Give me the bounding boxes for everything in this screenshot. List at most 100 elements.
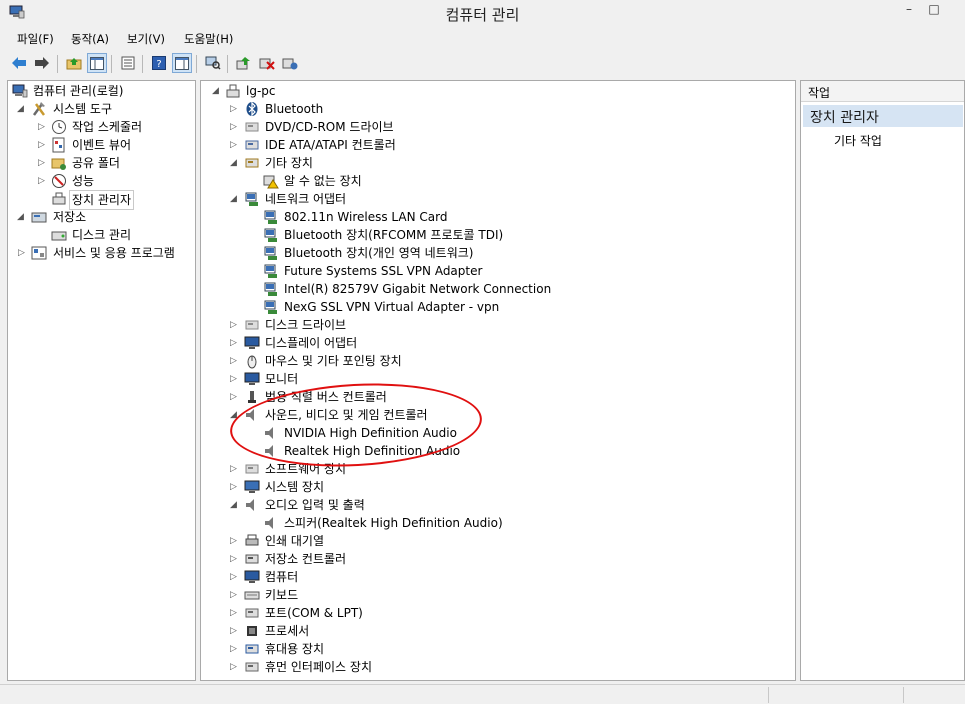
device-tree-root-label: lg-pc [246,84,276,98]
device-category-row[interactable]: ◢ 사운드, 비디오 및 게임 컨트롤러 [201,406,791,424]
device-row[interactable]: NexG SSL VPN Virtual Adapter - vpn [201,298,791,316]
device-category-row[interactable]: ▷ IDE ATA/ATAPI 컨트롤러 [201,136,791,154]
services-applications-icon [31,246,47,260]
collapsed-arrow-icon[interactable]: ▷ [230,550,239,568]
device-category-row[interactable]: ▷ 소프트웨어 장치 [201,460,791,478]
device-row[interactable]: Future Systems SSL VPN Adapter [201,262,791,280]
show-hide-action-pane-button[interactable] [172,53,192,73]
collapsed-arrow-icon[interactable]: ▷ [230,568,239,586]
collapsed-arrow-icon[interactable]: ▷ [38,154,47,172]
expanded-arrow-icon[interactable]: ◢ [230,496,239,514]
device-category-row[interactable]: ◢ 기타 장치 [201,154,791,172]
tree-item-system-tools[interactable]: ◢ 시스템 도구 [8,100,193,118]
collapsed-arrow-icon[interactable]: ▷ [230,604,239,622]
device-row[interactable]: 스피커(Realtek High Definition Audio) [201,514,791,532]
device-category-row[interactable]: ▷ 프로세서 [201,622,791,640]
collapsed-arrow-icon[interactable]: ▷ [230,370,239,388]
enable-device-button[interactable] [280,53,300,73]
up-one-level-button[interactable] [64,53,84,73]
collapsed-arrow-icon[interactable]: ▷ [230,334,239,352]
device-category-row[interactable]: ▷ 인쇄 대기열 [201,532,791,550]
collapsed-arrow-icon[interactable]: ▷ [230,532,239,550]
device-row[interactable]: Realtek High Definition Audio [201,442,791,460]
uninstall-device-button[interactable] [257,53,277,73]
scan-hardware-changes-button[interactable] [203,53,223,73]
device-category-row[interactable]: ▷ 포트(COM & LPT) [201,604,791,622]
expanded-arrow-icon[interactable]: ◢ [212,82,221,100]
expanded-arrow-icon[interactable]: ◢ [17,100,26,118]
device-category-row[interactable]: ▷ 저장소 컨트롤러 [201,550,791,568]
device-row[interactable]: NVIDIA High Definition Audio [201,424,791,442]
expanded-arrow-icon[interactable]: ◢ [230,406,239,424]
collapsed-arrow-icon[interactable]: ▷ [230,460,239,478]
device-row[interactable]: Intel(R) 82579V Gigabit Network Connecti… [201,280,791,298]
device-row[interactable]: 알 수 없는 장치 [201,172,791,190]
menu-view[interactable]: 보기(V) [127,31,165,47]
expanded-arrow-icon[interactable]: ◢ [17,208,26,226]
properties-button[interactable] [118,53,138,73]
device-category-row[interactable]: ▷ 휴대용 장치 [201,640,791,658]
device-category-row[interactable]: ▷ 키보드 [201,586,791,604]
menu-action[interactable]: 동작(A) [71,31,109,47]
collapsed-arrow-icon[interactable]: ▷ [38,118,47,136]
tree-item-device-manager[interactable]: 장치 관리자 [8,190,193,210]
collapsed-arrow-icon[interactable]: ▷ [230,622,239,640]
actions-section-device-manager[interactable]: 장치 관리자 [803,105,963,127]
expanded-arrow-icon[interactable]: ◢ [230,190,239,208]
tree-item-performance[interactable]: ▷ 성능 [8,172,193,190]
menu-help[interactable]: 도움말(H) [184,31,233,47]
collapsed-arrow-icon[interactable]: ▷ [230,388,239,406]
collapsed-arrow-icon[interactable]: ▷ [230,118,239,136]
speaker-icon [265,445,273,457]
tree-item-shared-folders[interactable]: ▷ 공유 폴더 [8,154,193,172]
tree-item-computer-management-local[interactable]: 컴퓨터 관리(로컬) [8,82,193,100]
expanded-arrow-icon[interactable]: ◢ [230,154,239,172]
device-category-row[interactable]: ▷ 디스크 드라이브 [201,316,791,334]
tree-label: 작업 스케줄러 [72,120,143,134]
maximize-button[interactable]: □ [923,2,945,20]
device-label: DVD/CD-ROM 드라이브 [265,120,394,134]
tree-item-storage[interactable]: ◢ 저장소 [8,208,193,226]
collapsed-arrow-icon[interactable]: ▷ [230,658,239,676]
tree-item-event-viewer[interactable]: ▷ 이벤트 뷰어 [8,136,193,154]
device-row[interactable]: 802.11n Wireless LAN Card [201,208,791,226]
more-actions-link[interactable]: 기타 작업 [834,132,882,149]
show-hide-console-tree-button[interactable] [87,53,107,73]
update-driver-button[interactable] [234,53,254,73]
device-category-row[interactable]: ▷ Bluetooth [201,100,791,118]
device-row[interactable]: Bluetooth 장치(RFCOMM 프로토콜 TDI) [201,226,791,244]
device-category-row[interactable]: ◢ 네트워크 어댑터 [201,190,791,208]
device-row[interactable]: Bluetooth 장치(개인 영역 네트워크) [201,244,791,262]
tree-item-task-scheduler[interactable]: ▷ 작업 스케줄러 [8,118,193,136]
device-category-row[interactable]: ▷ 범용 직렬 버스 컨트롤러 [201,388,791,406]
help-button[interactable]: ? [149,53,169,73]
collapsed-arrow-icon[interactable]: ▷ [230,586,239,604]
menu-file[interactable]: 파일(F) [17,31,54,47]
device-category-row[interactable]: ◢ 오디오 입력 및 출력 [201,496,791,514]
collapsed-arrow-icon[interactable]: ▷ [38,172,47,190]
collapsed-arrow-icon[interactable]: ▷ [230,136,239,154]
device-category-row[interactable]: ▷ 시스템 장치 [201,478,791,496]
device-category-row[interactable]: ▷ 휴먼 인터페이스 장치 [201,658,791,676]
back-button[interactable] [9,53,29,73]
collapsed-arrow-icon[interactable]: ▷ [18,244,27,262]
collapsed-arrow-icon[interactable]: ▷ [230,100,239,118]
tree-item-disk-management[interactable]: 디스크 관리 [8,226,193,244]
device-tree-root[interactable]: ◢ lg-pc [201,82,791,100]
minimize-button[interactable]: – [898,2,920,20]
forward-button[interactable] [32,53,52,73]
device-category-row[interactable]: ▷ 디스플레이 어댑터 [201,334,791,352]
device-category-row[interactable]: ▷ 컴퓨터 [201,568,791,586]
device-label: 휴대용 장치 [265,642,325,656]
collapsed-arrow-icon[interactable]: ▷ [230,640,239,658]
collapsed-arrow-icon[interactable]: ▷ [230,316,239,334]
device-label: 알 수 없는 장치 [284,174,362,188]
collapsed-arrow-icon[interactable]: ▷ [230,478,239,496]
device-category-row[interactable]: ▷ DVD/CD-ROM 드라이브 [201,118,791,136]
tree-item-services-applications[interactable]: ▷ 서비스 및 응용 프로그램 [8,244,193,262]
device-category-row[interactable]: ▷ 마우스 및 기타 포인팅 장치 [201,352,791,370]
collapsed-arrow-icon[interactable]: ▷ [38,136,47,154]
device-label: 포트(COM & LPT) [265,606,363,620]
collapsed-arrow-icon[interactable]: ▷ [230,352,239,370]
device-category-row[interactable]: ▷ 모니터 [201,370,791,388]
